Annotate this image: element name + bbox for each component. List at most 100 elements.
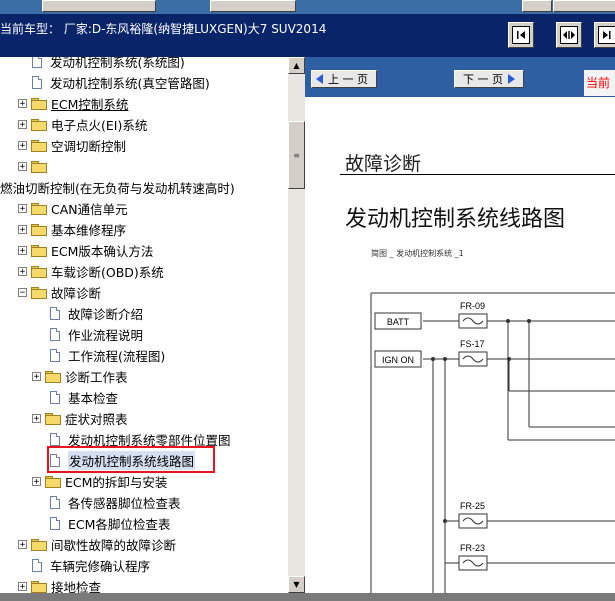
tree-item[interactable]: 发动机控制系统(真空管路图)	[32, 72, 210, 92]
scroll-down-button[interactable]: ▼	[288, 576, 305, 593]
tree-item[interactable]: 发动机控制系统(系统图)	[32, 57, 185, 71]
document-icon	[50, 495, 60, 509]
tree-item[interactable]: 故障诊断介绍	[50, 303, 143, 323]
current-vehicle-title: 当前车型： 厂家:D-东风裕隆(纳智捷LUXGEN)大7 SUV2014	[0, 22, 327, 36]
expand-icon[interactable]: +	[18, 224, 27, 234]
folder-icon	[31, 286, 47, 299]
document-icon	[50, 390, 60, 404]
ign-label: IGN ON	[382, 355, 414, 365]
fuse-label: FR-25	[460, 501, 485, 511]
prev-page-label: 上 一 页	[328, 73, 368, 86]
tree-scrollbar[interactable]: ▲ ≡ ▼	[288, 57, 305, 593]
tree-item-label: 作业流程说明	[68, 327, 144, 343]
next-icon	[598, 26, 615, 44]
scroll-thumb[interactable]: ≡	[288, 121, 305, 189]
tree-item-label: 间歇性故障的故障诊断	[51, 537, 177, 553]
tree-folder[interactable]: + 空调切断控制	[18, 135, 126, 155]
expand-icon[interactable]: +	[18, 140, 27, 150]
tree-item-label: 发动机控制系统(真空管路图)	[50, 75, 210, 91]
toolbar-tab-1[interactable]	[42, 0, 156, 12]
expand-icon[interactable]: +	[18, 581, 27, 591]
tree-folder[interactable]: + 车载诊断(OBD)系统	[18, 261, 164, 281]
expand-icon[interactable]: +	[18, 245, 27, 255]
folder-icon	[45, 475, 61, 488]
folder-icon	[31, 97, 47, 110]
tree-item[interactable]: 工作流程(流程图)	[50, 345, 165, 365]
tree-item-label: 车辆完修确认程序	[50, 558, 151, 574]
tree-item[interactable]: 各传感器脚位检查表	[50, 492, 181, 512]
next-view-button[interactable]	[594, 22, 615, 48]
folder-icon	[31, 139, 47, 152]
folder-icon	[31, 223, 47, 236]
tree-item-label: 症状对照表	[65, 411, 128, 427]
fuse-label: FR-09	[460, 301, 485, 311]
topic-tree: 发动机控制系统(系统图) 发动机控制系统(真空管路图) + ECM控制系统 + 电子点火(…	[0, 57, 288, 593]
tree-folder[interactable]: + 电子点火(EI)系统	[18, 114, 147, 134]
first-page-button[interactable]	[508, 22, 534, 48]
folder-icon	[45, 412, 61, 425]
expand-icon[interactable]: +	[32, 413, 41, 423]
tree-folder[interactable]: + CAN通信单元	[18, 198, 128, 218]
tree-item[interactable]: ECM各脚位检查表	[50, 513, 170, 533]
tree-item-label: 基本维修程序	[51, 222, 127, 238]
fit-width-button[interactable]	[556, 22, 582, 48]
tree-item-label: 接地检查	[51, 579, 102, 594]
folder-icon	[31, 538, 47, 551]
fuse-label: FR-23	[460, 543, 485, 553]
tree-item[interactable]: 基本检查	[50, 387, 118, 407]
selection-highlight	[47, 446, 215, 473]
folder-icon	[31, 580, 47, 593]
header-bar: 当前车型： 厂家:D-东风裕隆(纳智捷LUXGEN)大7 SUV2014	[0, 14, 615, 57]
tree-folder[interactable]: + ECM版本确认方法	[18, 240, 153, 260]
expand-icon[interactable]: +	[18, 539, 27, 549]
toolbar-tab-4[interactable]	[553, 0, 615, 12]
toolbar-tab-2[interactable]	[210, 0, 296, 12]
left-arrow-icon	[316, 74, 323, 84]
tree-item-label: 各传感器脚位检查表	[68, 495, 181, 511]
document-icon	[50, 516, 60, 530]
expand-icon[interactable]: +	[32, 371, 41, 381]
tree-item-label: 车载诊断(OBD)系统	[51, 264, 164, 280]
toolbar-tab-3[interactable]	[522, 0, 552, 12]
tree-folder[interactable]: + 间歇性故障的故障诊断	[18, 534, 176, 554]
tree-item[interactable]: 作业流程说明	[50, 324, 143, 344]
tree-item[interactable]: 燃油切断控制(在无负荷与发动机转速高时)	[0, 177, 235, 197]
tree-folder[interactable]: + 接地检查	[18, 576, 101, 593]
document-icon	[32, 558, 42, 572]
tree-folder[interactable]: + ECM控制系统	[18, 93, 128, 113]
tree-item-label: 诊断工作表	[65, 369, 128, 385]
next-page-button[interactable]: 下 一 页	[454, 70, 524, 88]
tree-folder[interactable]: − 故障诊断	[18, 282, 101, 302]
tree-folder[interactable]: + 症状对照表	[32, 408, 128, 428]
title-strip	[0, 0, 615, 14]
expand-icon[interactable]: +	[18, 266, 27, 276]
prev-page-button[interactable]: 上 一 页	[311, 70, 377, 88]
document-icon	[32, 57, 42, 68]
document-icon	[50, 348, 60, 362]
tree-folder[interactable]: +	[18, 156, 51, 176]
current-page-label: 当前	[584, 70, 615, 96]
collapse-icon[interactable]: −	[18, 287, 27, 297]
expand-icon[interactable]: +	[18, 119, 27, 129]
fuse-label: FS-17	[460, 339, 485, 349]
tree-item-label: CAN通信单元	[51, 201, 128, 217]
next-page-label: 下 一 页	[463, 73, 503, 86]
tree-folder[interactable]: + 诊断工作表	[32, 366, 128, 386]
tree-item[interactable]: 车辆完修确认程序	[32, 555, 150, 575]
tree-item-label: ECM各脚位检查表	[68, 516, 171, 532]
tree-item-label: 空调切断控制	[51, 138, 127, 154]
expand-icon[interactable]: +	[18, 161, 27, 171]
tree-folder[interactable]: + ECM的拆卸与安装	[32, 471, 167, 491]
scroll-up-button[interactable]: ▲	[288, 57, 305, 74]
tree-item-label: 故障诊断介绍	[68, 306, 144, 322]
expand-icon[interactable]: +	[18, 98, 27, 108]
expand-icon[interactable]: +	[18, 203, 27, 213]
expand-icon[interactable]: +	[32, 476, 41, 486]
document-toolbar: 上 一 页 下 一 页 当前	[305, 57, 615, 97]
document-icon	[50, 327, 60, 341]
fit-width-icon	[560, 26, 578, 44]
tree-item-label: 电子点火(EI)系统	[51, 117, 148, 133]
tree-folder[interactable]: + 基本维修程序	[18, 219, 126, 239]
tree-item-label: ECM控制系统	[51, 96, 129, 112]
first-page-icon	[512, 26, 530, 44]
